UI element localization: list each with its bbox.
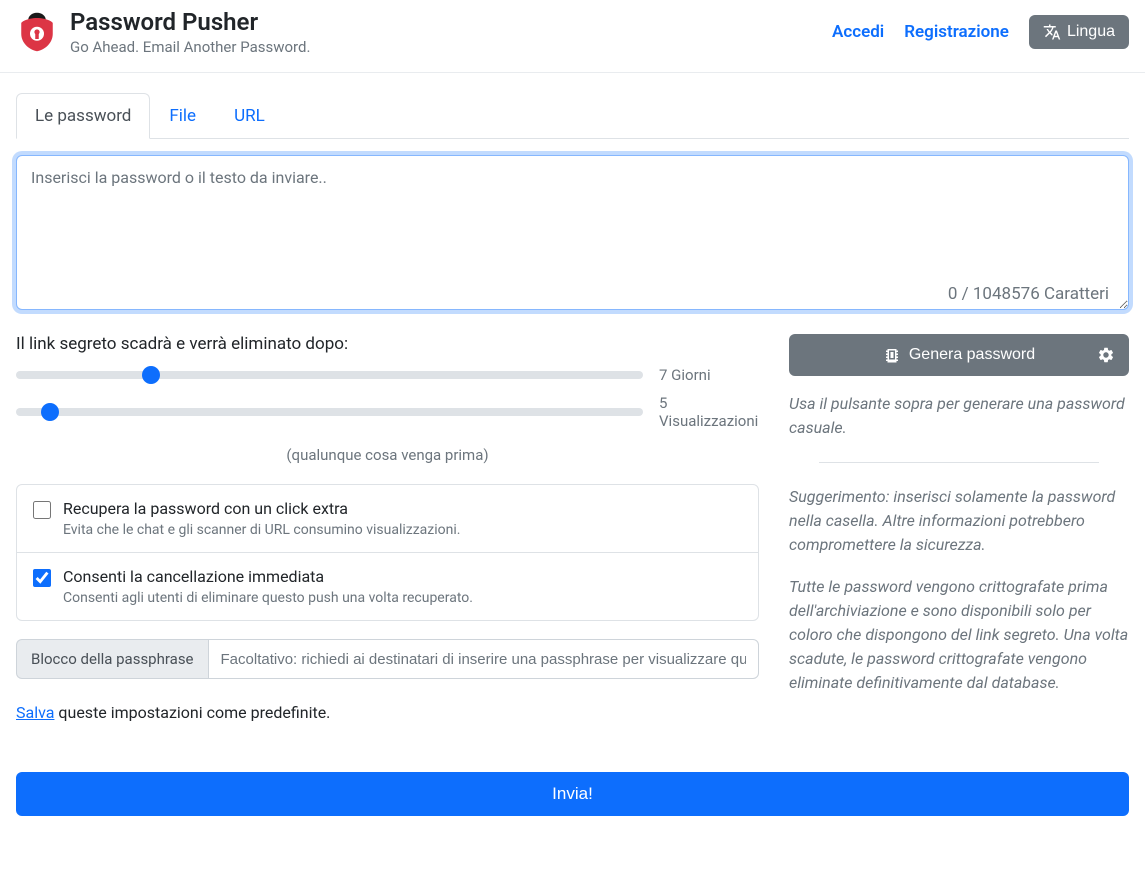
allow-delete-desc: Consenti agli utenti di eliminare questo… — [63, 590, 742, 606]
retrieve-step-desc: Evita che le chat e gli scanner di URL c… — [63, 522, 742, 538]
gear-icon[interactable] — [1097, 346, 1115, 364]
option-allow-delete: Consenti la cancellazione immediata Cons… — [17, 553, 758, 620]
passphrase-group: Blocco della passphrase — [16, 639, 759, 679]
retrieve-step-checkbox[interactable] — [33, 501, 51, 519]
allow-delete-title: Consenti la cancellazione immediata — [63, 567, 742, 586]
save-settings-row: Salva queste impostazioni come predefini… — [16, 703, 759, 722]
chip-icon — [883, 346, 901, 364]
options-list: Recupera la password con un click extra … — [16, 484, 759, 621]
char-count: 0 / 1048576 Caratteri — [948, 284, 1109, 304]
views-value: 5 — [659, 394, 759, 412]
submit-button[interactable]: Invia! — [16, 772, 1129, 816]
generate-hint: Usa il pulsante sopra per generare una p… — [789, 392, 1129, 440]
tab-url[interactable]: URL — [215, 93, 284, 139]
option-retrieve-step: Recupera la password con un click extra … — [17, 485, 758, 553]
views-slider-row: 5 Visualizzazioni — [16, 394, 759, 430]
passphrase-input[interactable] — [208, 639, 759, 679]
retrieve-step-title: Recupera la password con un click extra — [63, 499, 742, 518]
header-right: Accedi Registrazione Lingua — [832, 15, 1129, 49]
views-unit: Visualizzazioni — [659, 412, 759, 430]
brand: Password Pusher Go Ahead. Email Another … — [16, 8, 310, 56]
login-link[interactable]: Accedi — [832, 22, 884, 42]
whichever-first: (qualunque cosa venga prima) — [16, 446, 759, 464]
register-link[interactable]: Registrazione — [904, 22, 1009, 42]
encryption-text: Tutte le password vengono crittografate … — [789, 575, 1129, 695]
days-slider-row: 7 Giorni — [16, 366, 759, 384]
logo-icon — [16, 11, 58, 53]
tab-file[interactable]: File — [150, 93, 215, 139]
tab-passwords[interactable]: Le password — [16, 93, 150, 139]
views-slider-label: 5 Visualizzazioni — [659, 394, 759, 430]
header: Password Pusher Go Ahead. Email Another … — [0, 0, 1145, 73]
save-settings-link[interactable]: Salva — [16, 703, 54, 722]
views-slider[interactable] — [16, 408, 643, 416]
generate-password-button[interactable]: Genera password — [789, 334, 1129, 376]
sidebar-divider — [819, 462, 1099, 463]
allow-delete-checkbox[interactable] — [33, 569, 51, 587]
expire-label: Il link segreto scadrà e verrà eliminato… — [16, 334, 759, 354]
translate-icon — [1043, 23, 1061, 41]
app-title: Password Pusher — [70, 8, 310, 36]
passphrase-label: Blocco della passphrase — [16, 639, 208, 679]
language-button[interactable]: Lingua — [1029, 15, 1129, 49]
tabs: Le password File URL — [16, 93, 1129, 139]
days-unit: Giorni — [671, 366, 710, 384]
app-subtitle: Go Ahead. Email Another Password. — [70, 38, 310, 56]
payload-wrapper: 0 / 1048576 Caratteri — [16, 155, 1129, 314]
days-slider-label: 7 Giorni — [659, 366, 759, 384]
save-settings-text: queste impostazioni come predefinite. — [54, 703, 330, 722]
days-slider[interactable] — [16, 371, 643, 379]
tip-text: Suggerimento: inserisci solamente la pas… — [789, 485, 1129, 557]
language-label: Lingua — [1067, 23, 1115, 41]
days-value: 7 — [659, 366, 667, 384]
generate-password-label: Genera password — [909, 346, 1035, 364]
